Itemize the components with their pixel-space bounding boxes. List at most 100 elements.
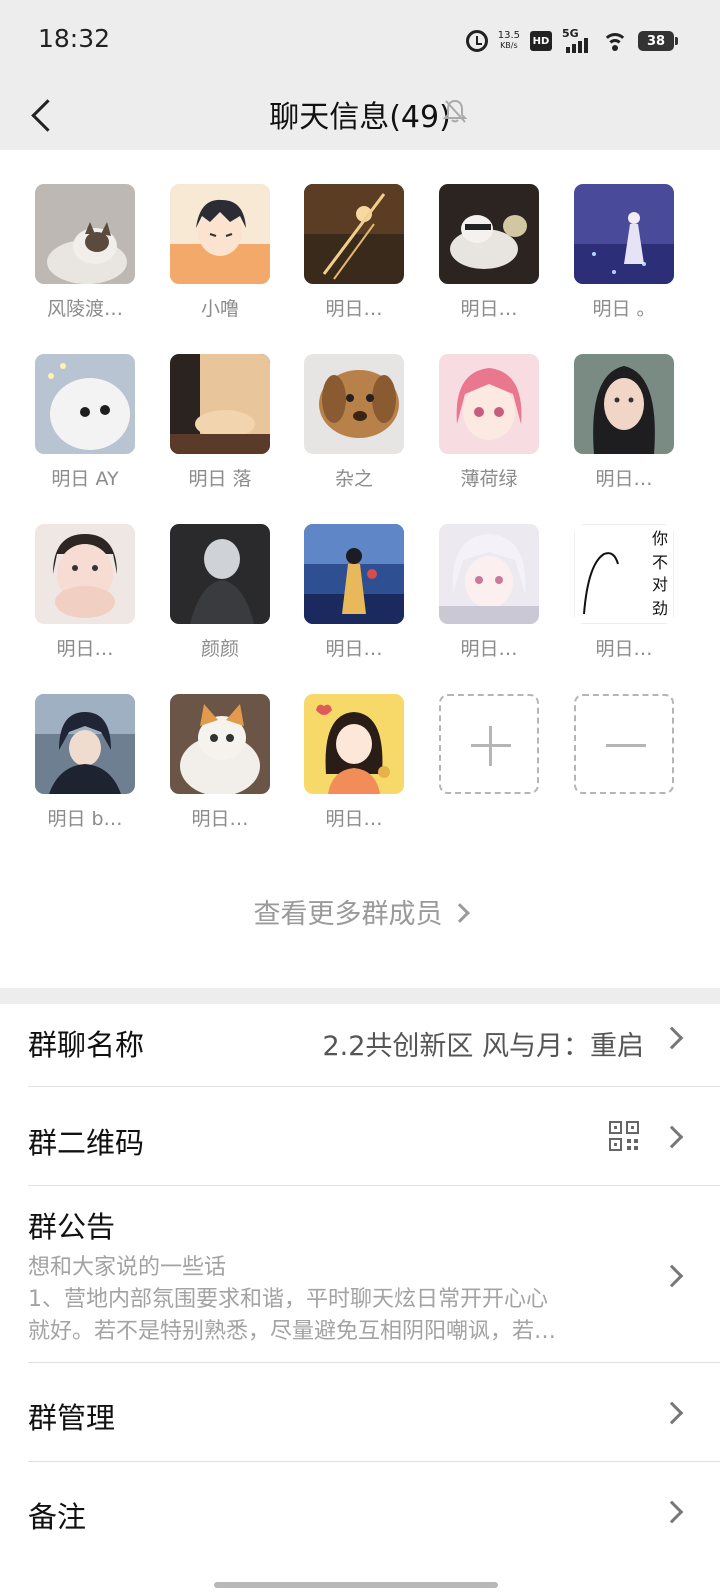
member-item[interactable]: 明日… <box>439 184 539 321</box>
view-more-members-label: 查看更多群成员 <box>253 899 443 930</box>
avatar <box>35 694 135 794</box>
member-item[interactable]: 明日… <box>304 184 404 321</box>
alarm-icon <box>465 30 488 52</box>
avatar <box>304 694 404 794</box>
member-name: 小噜 <box>200 298 239 320</box>
member-item[interactable]: 颜颜 <box>170 524 270 661</box>
doodle-text-line: 劲 <box>652 599 668 618</box>
avatar <box>35 184 135 284</box>
chevron-right-icon <box>660 1500 684 1524</box>
member-item[interactable]: 明日 b… <box>35 694 135 831</box>
title-wrap: 聊天信息(49) <box>0 92 720 136</box>
network-speed-value: 13.5 <box>497 30 520 41</box>
avatar <box>170 184 270 284</box>
network-label: 5G <box>562 27 579 40</box>
doodle-text-line: 对 <box>652 575 668 594</box>
member-item[interactable]: 明日 。 <box>574 184 674 321</box>
chevron-right-icon <box>660 1401 684 1425</box>
avatar: 你不对劲 <box>574 524 674 624</box>
hd-icon: HD <box>530 31 552 51</box>
member-item[interactable]: 风陵渡… <box>35 184 135 321</box>
group-qr-row[interactable]: 群二维码 <box>0 1087 720 1185</box>
group-notice-row[interactable]: 群公告 想和大家说的一些话 1、营地内部氛围要求和谐，平时聊天炫日常开开心心 就… <box>0 1186 720 1362</box>
member-grid: 风陵渡… 小噜 明日… 明日… 明日 。明日 AY 明日 落杂之 薄荷绿 明日… 明日… 颜颜 明日… <box>0 150 720 988</box>
member-name: 明日 b… <box>47 808 123 830</box>
member-item[interactable]: 明日… <box>304 524 404 661</box>
member-name: 明日 落 <box>188 468 252 490</box>
member-name: 明日 AY <box>51 468 119 490</box>
network-speed: 13.5 KB/s <box>498 31 520 51</box>
member-item[interactable]: 杂之 <box>304 354 404 491</box>
remove-member-button[interactable] <box>574 694 674 794</box>
notice-line: 就好。若不是特别熟悉，尽量避免互相阴阳嘲讽，若… <box>28 1319 557 1344</box>
group-qr-label: 群二维码 <box>28 1126 145 1160</box>
group-manage-label: 群管理 <box>28 1401 116 1435</box>
member-item[interactable]: 明日 落 <box>170 354 270 491</box>
member-name: 明日… <box>56 638 114 660</box>
header: 聊天信息(49) <box>0 80 720 150</box>
remark-row[interactable]: 备注 <box>0 1462 720 1560</box>
home-indicator[interactable] <box>214 1582 498 1588</box>
cellular-signal-icon: 5G <box>562 27 592 53</box>
chevron-right-icon <box>660 1125 684 1149</box>
member-item[interactable]: 明日… <box>304 694 404 831</box>
doodle-text-line: 你 <box>652 529 668 548</box>
status-time: 18:32 <box>38 24 111 53</box>
chevron-right-icon <box>660 1264 684 1288</box>
member-name: 明日… <box>595 638 653 660</box>
status-icons: 13.5 KB/s HD 5G 38 <box>465 26 678 56</box>
group-name-label: 群聊名称 <box>28 1028 145 1062</box>
plus-icon <box>439 694 539 794</box>
member-name: 明日… <box>460 638 518 660</box>
avatar <box>439 524 539 624</box>
member-item[interactable]: 明日… <box>439 524 539 661</box>
settings-list: 群聊名称 2.2共创新区 风与月：重启 群二维码 群公告 想和大家说的一些话 1… <box>0 1004 720 1592</box>
wifi-icon <box>602 31 628 51</box>
avatar <box>170 524 270 624</box>
avatar <box>304 184 404 284</box>
avatar <box>304 524 404 624</box>
group-name-row[interactable]: 群聊名称 2.2共创新区 风与月：重启 <box>0 1004 720 1086</box>
avatar <box>35 354 135 454</box>
member-name: 薄荷绿 <box>460 468 518 490</box>
member-item[interactable]: 小噜 <box>170 184 270 321</box>
member-item[interactable]: 明日… <box>574 354 674 491</box>
member-name: 明日 。 <box>592 298 656 320</box>
member-name: 明日… <box>325 638 383 660</box>
battery-icon: 38 <box>638 31 678 51</box>
group-name-value: 2.2共创新区 风与月：重启 <box>322 1031 644 1062</box>
member-name: 明日… <box>325 808 383 830</box>
chevron-right-icon <box>660 1026 684 1050</box>
network-speed-unit: KB/s <box>500 41 518 50</box>
avatar <box>35 524 135 624</box>
member-name: 明日… <box>595 468 653 490</box>
avatar <box>574 184 674 284</box>
chevron-right-icon <box>449 903 470 923</box>
member-name: 颜颜 <box>200 638 239 660</box>
bell-off-icon <box>442 99 468 123</box>
minus-icon <box>574 694 674 794</box>
doodle-text-line: 不 <box>652 553 668 572</box>
page-title: 聊天信息(49) <box>269 100 451 135</box>
member-name: 风陵渡… <box>46 298 123 320</box>
view-more-members-link[interactable]: 查看更多群成员 <box>0 892 720 931</box>
member-name: 明日… <box>460 298 518 320</box>
member-item[interactable]: 明日… <box>35 524 135 661</box>
avatar <box>439 354 539 454</box>
member-item[interactable]: 明日… <box>170 694 270 831</box>
member-name: 明日… <box>191 808 249 830</box>
member-name: 杂之 <box>334 468 373 490</box>
add-member-button[interactable] <box>439 694 539 794</box>
status-bar: 18:32 13.5 KB/s HD 5G 38 <box>0 0 720 80</box>
notice-line: 1、营地内部氛围要求和谐，平时聊天炫日常开开心心 <box>28 1287 548 1312</box>
group-notice-preview: 想和大家说的一些话 1、营地内部氛围要求和谐，平时聊天炫日常开开心心 就好。若不… <box>28 1252 638 1348</box>
member-item[interactable]: 明日 AY <box>35 354 135 491</box>
member-item[interactable]: 薄荷绿 <box>439 354 539 491</box>
member-name: 明日… <box>325 298 383 320</box>
remark-label: 备注 <box>28 1500 87 1534</box>
member-item[interactable]: 你不对劲明日… <box>574 524 674 661</box>
avatar <box>574 354 674 454</box>
group-manage-row[interactable]: 群管理 <box>0 1363 720 1461</box>
qr-code-icon <box>609 1121 639 1151</box>
avatar <box>304 354 404 454</box>
